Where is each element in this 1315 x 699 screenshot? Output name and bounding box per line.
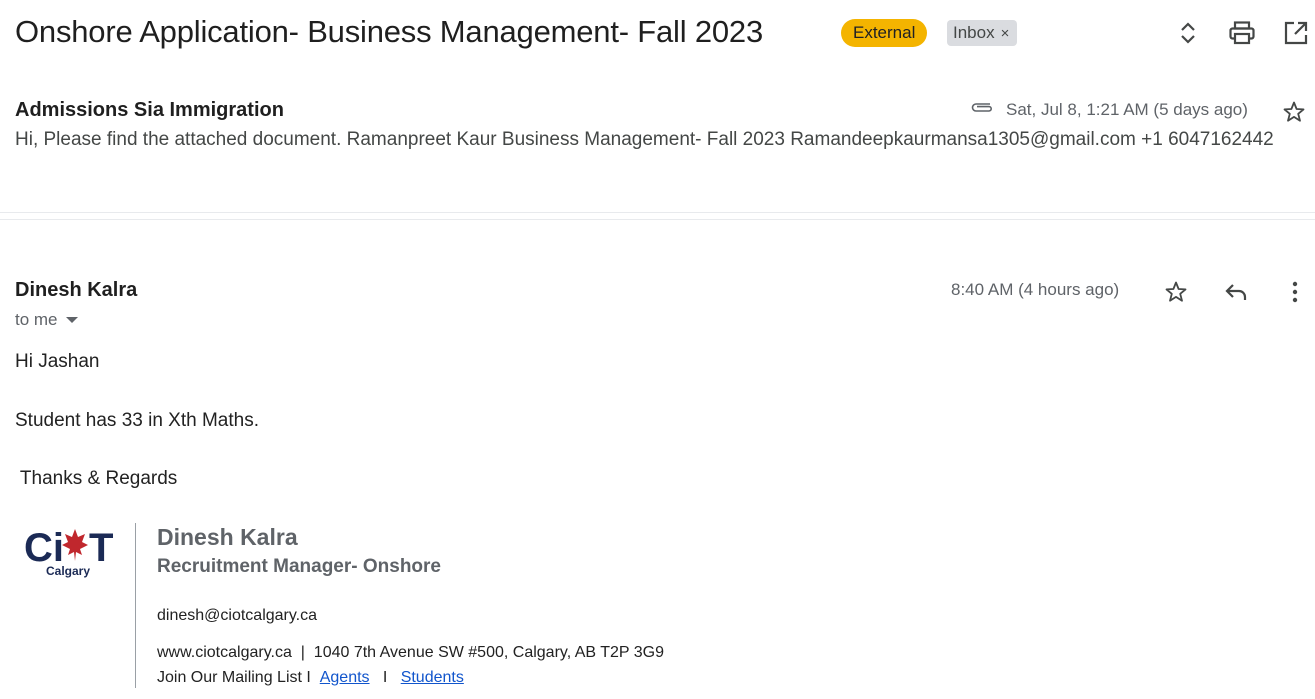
body-greeting: Hi Jashan: [15, 351, 100, 372]
label-inbox[interactable]: Inbox ×: [947, 20, 1018, 46]
message1-snippet[interactable]: Hi, Please find the attached document. R…: [15, 129, 1307, 151]
reply-icon[interactable]: [1224, 281, 1248, 308]
label-inbox-text: Inbox: [953, 23, 995, 42]
signature-contact-line: www.ciotcalgary.ca | 1040 7th Avenue SW …: [157, 644, 664, 662]
links-separator: I: [382, 669, 388, 686]
signature-website[interactable]: www.ciotcalgary.ca: [157, 644, 292, 661]
chevron-down-icon: [65, 317, 78, 323]
label-external[interactable]: External: [841, 19, 928, 47]
signature-title: Recruitment Manager- Onshore: [157, 556, 441, 577]
divider: [0, 212, 1315, 213]
print-icon[interactable]: [1228, 19, 1256, 47]
signature-links-line: Join Our Mailing List I Agents I Student…: [157, 669, 464, 687]
signature-separator: |: [300, 644, 305, 661]
more-options-icon[interactable]: [1285, 281, 1305, 308]
divider: [0, 219, 1315, 220]
open-in-new-window-icon[interactable]: [1282, 19, 1310, 47]
body-text: Student has 33 in Xth Maths.: [15, 410, 259, 431]
star-icon[interactable]: [1282, 100, 1306, 129]
logo-sub: Calgary: [46, 564, 90, 578]
message2-date: 8:40 AM (4 hours ago): [951, 280, 1120, 299]
attachment-icon: [969, 98, 995, 121]
signature-name: Dinesh Kalra: [157, 524, 298, 550]
svg-text:T: T: [89, 526, 113, 570]
signature-email[interactable]: dinesh@ciotcalgary.ca: [157, 607, 317, 625]
students-link[interactable]: Students: [401, 669, 464, 686]
message1-sender[interactable]: Admissions Sia Immigration: [15, 99, 284, 122]
star-icon[interactable]: [1164, 280, 1188, 309]
recipient-details[interactable]: to me: [15, 310, 78, 330]
signature-divider: [135, 523, 136, 688]
company-logo: Ci T Calgary: [22, 523, 118, 579]
message1-date: Sat, Jul 8, 1:21 AM (5 days ago): [1006, 100, 1248, 119]
message2-sender[interactable]: Dinesh Kalra: [15, 279, 137, 302]
agents-link[interactable]: Agents: [320, 669, 370, 686]
signature-address: 1040 7th Avenue SW #500, Calgary, AB T2P…: [313, 644, 664, 661]
recipient-text: to me: [15, 310, 58, 329]
remove-label-icon[interactable]: ×: [1001, 25, 1010, 42]
expand-collapse-icon[interactable]: [1174, 19, 1202, 47]
mailing-list-text: Join Our Mailing List I: [157, 669, 311, 686]
thread-subject: Onshore Application- Business Management…: [15, 14, 763, 49]
body-closing: Thanks & Regards: [15, 468, 178, 489]
